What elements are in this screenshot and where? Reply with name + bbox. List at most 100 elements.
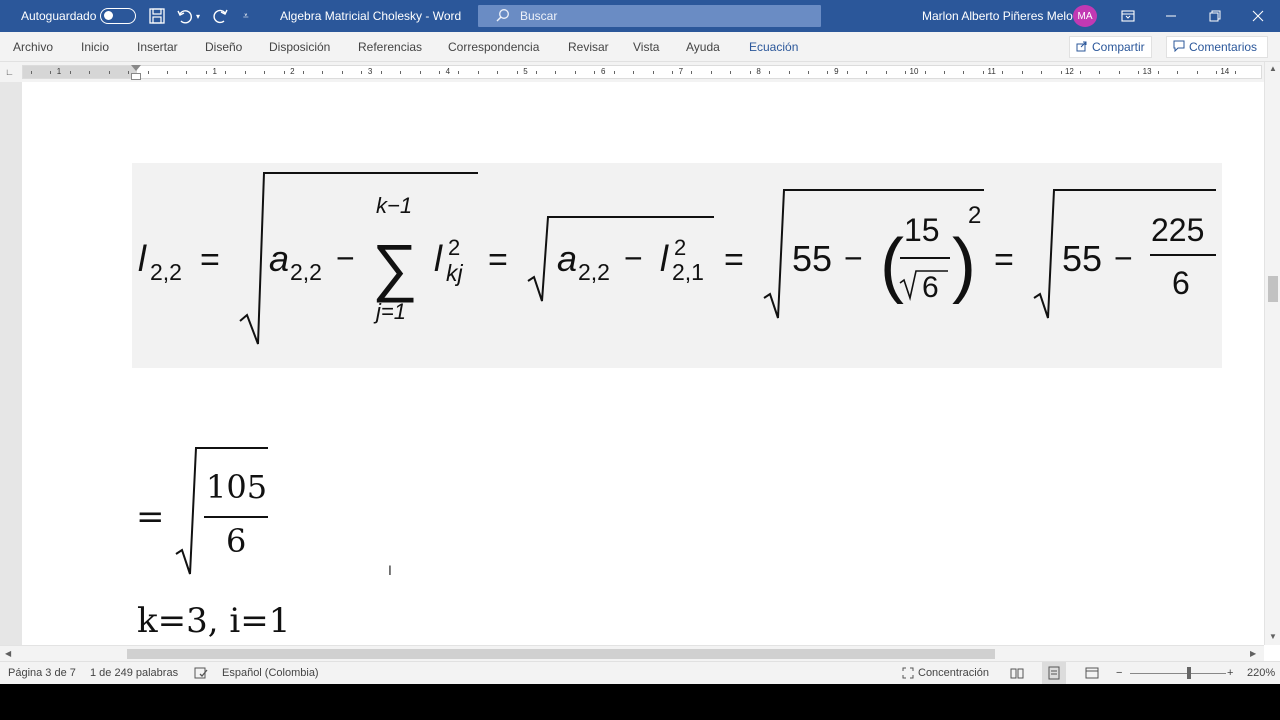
zoom-level[interactable]: 220% [1247, 662, 1275, 684]
ruler-tick [555, 71, 557, 74]
zoom-slider-track[interactable] [1130, 673, 1226, 674]
ruler-tick [1235, 71, 1237, 74]
restore-icon[interactable] [1195, 0, 1235, 32]
ruler-number: 7 [678, 67, 684, 76]
ruler-tick [166, 71, 168, 74]
horizontal-scroll-thumb[interactable] [127, 649, 995, 659]
ruler-tick [827, 71, 829, 74]
first-line-indent-marker[interactable] [131, 65, 141, 71]
autosave-toggle[interactable] [100, 0, 136, 32]
web-layout-icon[interactable] [1085, 662, 1099, 684]
vertical-scrollbar[interactable]: ▲ ▼ [1264, 62, 1280, 645]
undo-dropdown-icon[interactable]: ▾ [196, 0, 200, 32]
search-icon [496, 8, 510, 25]
sigma-symbol: ∑ [372, 231, 418, 303]
undo-icon[interactable] [176, 0, 194, 32]
equals-sign-4: = [994, 241, 1014, 279]
zoom-slider-thumb[interactable] [1187, 667, 1191, 679]
ruler-tick [1002, 71, 1004, 74]
result-numerator: 105 [206, 468, 267, 506]
horizontal-ruler[interactable]: 1 1 2 3 4 5 6 7 8 9 10 11 12 13 14 [22, 65, 1262, 80]
tab-revisar[interactable]: Revisar [568, 32, 609, 62]
ruler-tick [477, 71, 479, 74]
term-a: a [269, 238, 289, 279]
tab-referencias[interactable]: Referencias [358, 32, 422, 62]
ribbon-display-icon[interactable] [1108, 0, 1148, 32]
proofing-icon[interactable] [194, 662, 208, 684]
left-paren: ( [880, 225, 904, 305]
page-indicator[interactable]: Página 3 de 7 [8, 662, 76, 684]
close-icon[interactable] [1238, 0, 1278, 32]
tab-vista[interactable]: Vista [633, 32, 659, 62]
equation-editor[interactable]: l 2,2 = a 2,2 − k−1 ∑ j=1 l 2 kj = a 2,2… [132, 163, 1222, 368]
ruler-number: 8 [756, 67, 761, 76]
customize-toolbar-icon[interactable]: ⩡ [243, 0, 249, 32]
sum-upper-limit: k−1 [376, 193, 412, 218]
scroll-up-icon[interactable]: ▲ [1269, 64, 1277, 73]
term-l-superscript: 2 [448, 235, 460, 260]
ruler-tick [652, 71, 654, 74]
ruler-tick [788, 71, 790, 74]
ruler-tick [108, 71, 110, 74]
user-name[interactable]: Marlon Alberto Piñeres Melo [922, 0, 1073, 32]
zoom-out-icon[interactable]: − [1116, 662, 1122, 684]
language-indicator[interactable]: Español (Colombia) [222, 662, 319, 684]
right-paren: ) [952, 225, 976, 305]
ruler-tick [438, 71, 440, 74]
comments-button[interactable]: Comentarios [1166, 36, 1268, 58]
paragraph-text[interactable]: k=3, i=1 [137, 601, 290, 641]
result-equation[interactable]: = 105 6 [132, 442, 292, 582]
equals-sign-1: = [200, 241, 220, 279]
read-mode-icon[interactable] [1010, 662, 1024, 684]
tab-ayuda[interactable]: Ayuda [686, 32, 720, 62]
word-count[interactable]: 1 de 249 palabras [90, 662, 178, 684]
share-label: Compartir [1092, 40, 1145, 54]
term-l2: l [660, 238, 669, 279]
print-layout-icon[interactable] [1042, 662, 1066, 684]
ruler-number: 4 [445, 67, 451, 76]
status-bar: Página 3 de 7 1 de 249 palabras Español … [0, 661, 1280, 684]
avatar[interactable]: MA [1073, 5, 1097, 27]
tab-inicio[interactable]: Inicio [81, 32, 109, 62]
document-page[interactable]: l 2,2 = a 2,2 − k−1 ∑ j=1 l 2 kj = a 2,2… [22, 82, 1264, 645]
exponent: 2 [968, 202, 981, 229]
ruler-tick [1157, 71, 1159, 74]
vertical-scroll-thumb[interactable] [1268, 276, 1278, 302]
scroll-left-icon[interactable]: ◀ [5, 649, 11, 658]
ruler-tick [536, 71, 538, 74]
term-l-subscript: kj [446, 260, 464, 286]
horizontal-scrollbar[interactable]: ◀ ▶ [0, 645, 1264, 661]
zoom-in-icon[interactable]: + [1227, 662, 1233, 684]
tab-ecuacion[interactable]: Ecuación [749, 32, 798, 62]
scroll-right-icon[interactable]: ▶ [1250, 649, 1256, 658]
ruler-number: 9 [834, 67, 839, 76]
focus-mode-label[interactable]: Concentración [918, 662, 989, 684]
ruler-tick [400, 71, 402, 74]
ruler-tick [769, 71, 771, 74]
fraction2-denominator: 6 [1172, 265, 1190, 301]
search-placeholder: Buscar [520, 9, 558, 23]
lhs-l: l [138, 238, 147, 279]
tab-stop-selector-icon[interactable]: ∟ [5, 67, 14, 77]
fraction2-numerator: 225 [1151, 212, 1204, 248]
search-box[interactable]: Buscar [478, 5, 821, 27]
ruler-tick [225, 71, 227, 74]
ruler-tick [730, 71, 732, 74]
tab-disposicion[interactable]: Disposición [269, 32, 330, 62]
tab-diseno[interactable]: Diseño [205, 32, 242, 62]
tab-insertar[interactable]: Insertar [137, 32, 178, 62]
cholesky-equation[interactable]: l 2,2 = a 2,2 − k−1 ∑ j=1 l 2 kj = a 2,2… [132, 163, 1222, 368]
focus-mode-icon[interactable] [902, 662, 914, 684]
autosave-label: Autoguardado [21, 9, 97, 23]
scroll-down-icon[interactable]: ▼ [1269, 632, 1277, 641]
save-icon[interactable] [148, 0, 166, 32]
ruler-tick [691, 71, 693, 74]
share-button[interactable]: Compartir [1069, 36, 1152, 58]
tab-archivo[interactable]: Archivo [13, 32, 53, 62]
minimize-icon[interactable] [1151, 0, 1191, 32]
ruler-tick [302, 71, 304, 74]
ruler-tick [283, 71, 285, 74]
redo-icon[interactable] [211, 0, 229, 32]
hanging-indent-marker[interactable] [131, 73, 141, 80]
tab-correspondencia[interactable]: Correspondencia [448, 32, 539, 62]
